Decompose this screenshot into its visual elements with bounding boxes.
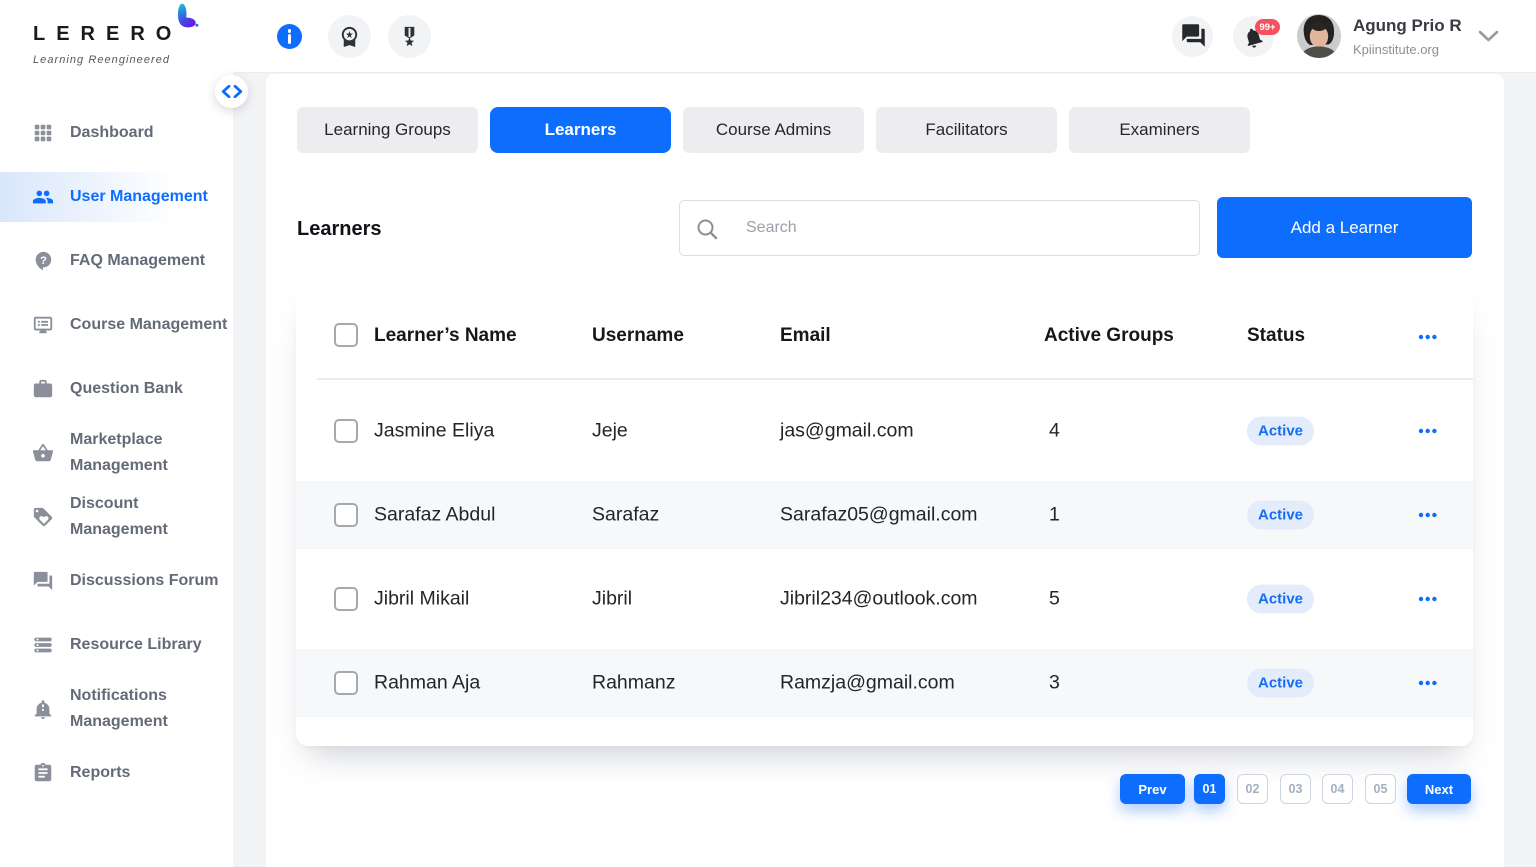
- svg-text:?: ?: [40, 255, 47, 267]
